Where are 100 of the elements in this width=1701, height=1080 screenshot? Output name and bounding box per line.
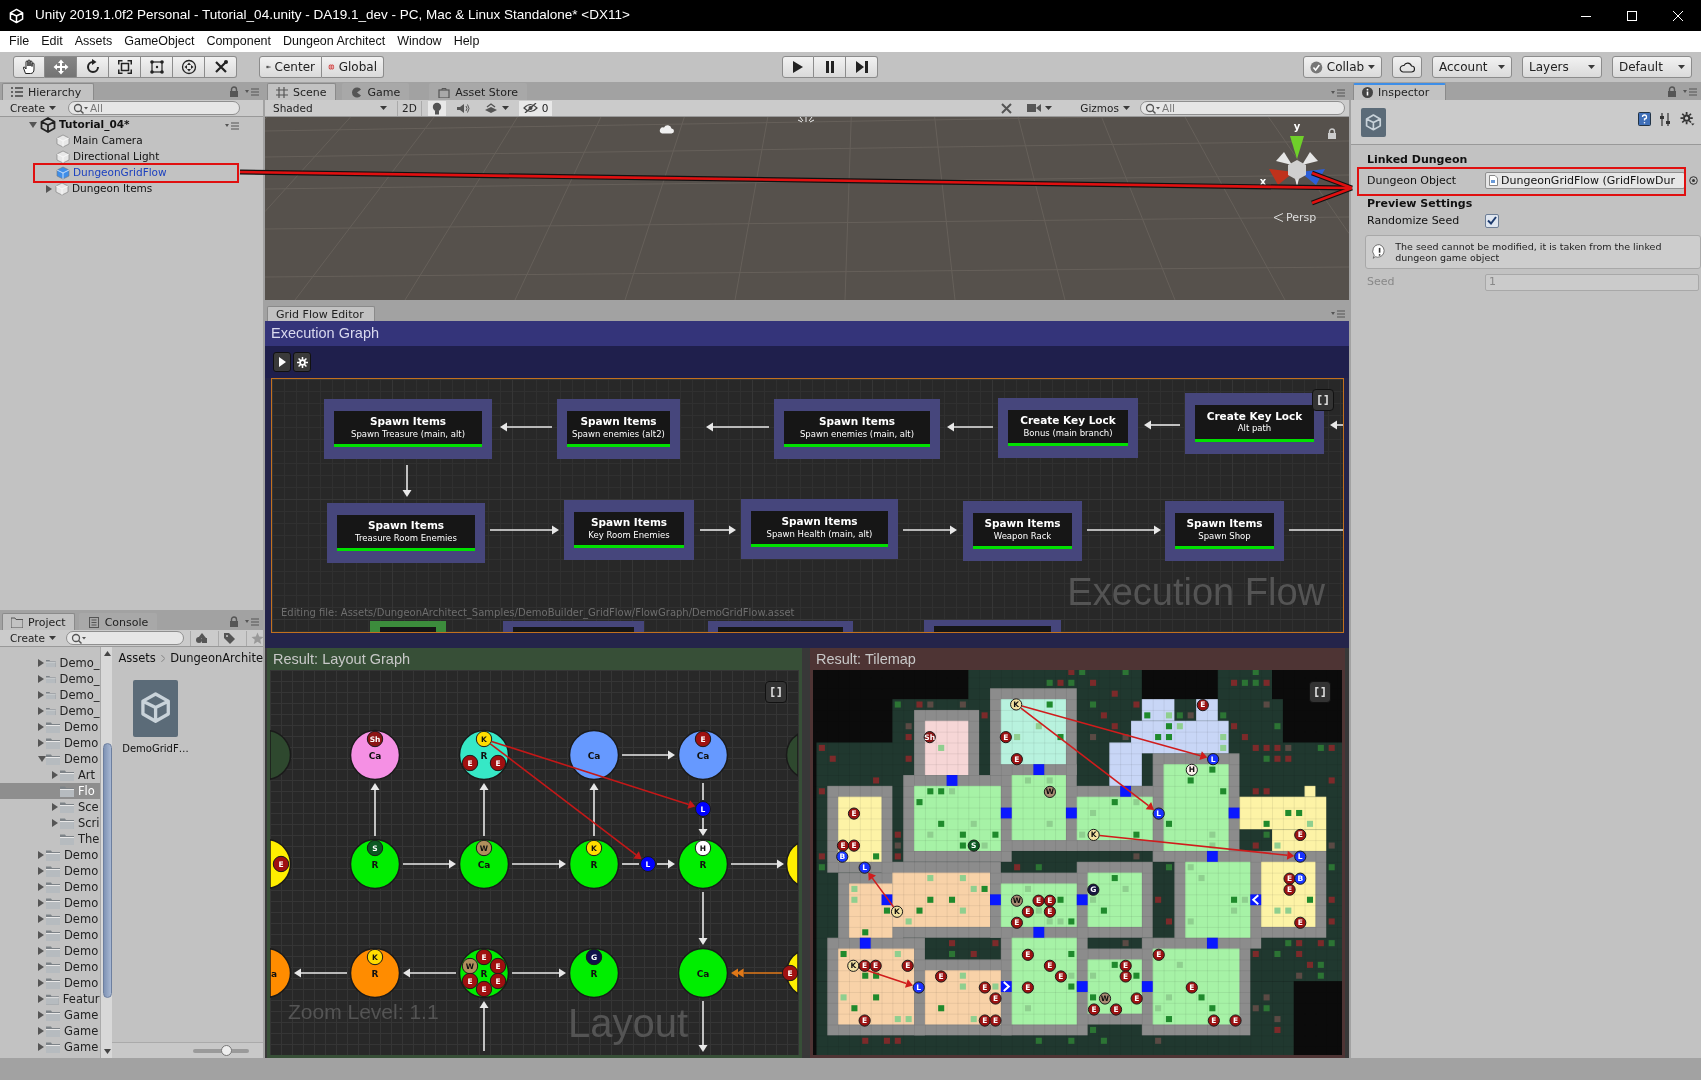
folder-name[interactable]: Art [78,767,96,783]
folder-name[interactable]: Demo_ [59,671,100,687]
panel-menu-icon[interactable] [1331,309,1345,318]
transform-tool-button[interactable] [173,56,205,78]
custom-tool-button[interactable] [205,56,237,78]
shading-dropdown[interactable]: Shaded [269,100,391,116]
scrollbar-thumb[interactable] [102,743,112,998]
panel-tab[interactable]: Project [2,613,75,630]
search-field[interactable]: All [1140,101,1345,115]
folder-name[interactable]: Demo_ [59,703,100,719]
panel-tab[interactable]: Hierarchy [2,83,94,100]
panel-tab[interactable]: Grid Flow Editor [267,306,375,321]
help-icon[interactable] [1638,112,1651,126]
flow-node[interactable] [503,621,644,632]
folder-name[interactable]: Demo [64,847,99,863]
folder-name[interactable]: Scri [77,815,100,831]
projection-label[interactable]: Persp [1286,211,1317,225]
folder-name[interactable]: Demo [64,735,99,751]
panel-menu-icon[interactable] [1683,87,1697,96]
graph-node[interactable]: Ca [568,729,620,781]
menu-item[interactable]: GameObject [118,33,201,50]
scale-tool-button[interactable] [109,56,141,78]
scrollbar[interactable] [99,647,113,1058]
folder-name[interactable]: Demo_ [59,655,100,671]
fit-view-button[interactable] [1309,681,1331,703]
graph-node[interactable] [785,842,798,886]
panel-menu-icon[interactable] [1331,88,1345,97]
folder-name[interactable]: Demo [64,959,99,975]
menu-item[interactable]: Help [447,33,486,50]
mode-2d-button[interactable]: 2D [397,100,422,116]
flow-node[interactable] [924,620,1061,632]
folder-name[interactable]: Featur [62,991,100,1007]
sliders-icon[interactable] [1659,112,1672,126]
flow-node[interactable]: Spawn Items Weapon Rack [963,501,1082,561]
flow-node[interactable]: Spawn Items Spawn enemies (main, alt) [774,399,940,459]
panel-menu-icon[interactable] [245,617,259,626]
object-name[interactable]: DungeonGridFlow [73,166,167,180]
checkbox[interactable] [1485,213,1499,228]
layout-dropdown[interactable]: Default [1612,56,1692,78]
move-tool-button[interactable] [45,56,77,78]
folder-name[interactable]: Demo_ [59,687,100,703]
object-name[interactable]: Directional Light [73,150,160,164]
object-name[interactable]: Main Camera [73,134,143,148]
folder-name[interactable]: Demo [64,879,99,895]
folder-name[interactable]: Demo [64,927,99,943]
flow-node[interactable] [708,621,853,632]
fit-view-button[interactable] [1312,389,1334,411]
folder-name[interactable]: Demo [64,751,99,767]
flow-node[interactable]: Spawn Items Spawn enemies (alt2) [557,399,680,459]
collab-dropdown[interactable]: Collab [1303,56,1382,78]
fit-view-button[interactable] [765,681,787,703]
space-button[interactable]: Global [322,56,384,78]
panel-menu-icon[interactable] [245,87,259,96]
panel-tab[interactable]: Scene [267,83,336,100]
slider-track[interactable] [193,1048,249,1053]
hidden-objects-button[interactable]: 0 [518,100,553,116]
flow-node[interactable] [370,621,446,632]
create-dropdown[interactable]: Create [6,100,60,116]
target-icon[interactable] [1689,176,1698,186]
object-name[interactable]: Dungeon Items [72,182,153,196]
folder-name[interactable]: Demo [64,975,99,991]
graph-node[interactable] [270,730,292,780]
play-button[interactable] [782,56,814,78]
gizmos-dropdown[interactable]: Gizmos [1076,100,1134,116]
folder-name[interactable]: Demo [64,911,99,927]
menu-item[interactable]: File [3,33,36,50]
menu-item[interactable]: Assets [68,33,119,50]
folder-name[interactable]: Game [64,1023,99,1039]
panel-menu-icon[interactable] [225,120,239,130]
hand-tool-button[interactable] [13,56,45,78]
folder-name[interactable]: Demo [64,719,99,735]
run-button[interactable] [273,352,291,372]
flow-node[interactable]: Spawn Items Treasure Room Enemies [327,503,485,563]
lighting-button[interactable] [427,100,446,116]
panel-tab[interactable]: Asset Store [429,83,527,100]
asset-label[interactable]: DemoGridF… [122,743,189,756]
breadcrumb-link[interactable]: DungeonArchite [170,650,263,666]
rect-tool-button[interactable] [141,56,173,78]
create-dropdown[interactable]: Create [6,630,60,646]
object-field[interactable]: DungeonGridFlow (GridFlowDur [1485,172,1685,190]
cloud-button[interactable] [1392,56,1422,78]
panel-tab[interactable]: Inspector [1353,83,1446,100]
folder-name[interactable]: Demo [64,895,99,911]
graph-node[interactable] [785,733,798,777]
panel-tab[interactable]: Game [341,83,410,100]
graph-node[interactable]: Ca [677,947,729,999]
flow-node[interactable]: Spawn Items Spawn Treasure (main, alt) [324,399,492,459]
axis-label[interactable]: x [1259,176,1267,187]
gear-icon[interactable] [1680,112,1695,126]
search-field[interactable]: All [67,101,240,115]
pause-button[interactable] [814,56,846,78]
graph-node[interactable]: a [270,948,292,998]
pivot-button[interactable]: Center [259,56,322,78]
layers-dropdown[interactable]: Layers [1522,56,1602,78]
panel-tab[interactable]: Console [78,613,158,630]
folder-name[interactable]: Demo [64,943,99,959]
folder-name[interactable]: Game [64,1039,99,1055]
menu-item[interactable]: Edit [35,33,69,50]
breadcrumb-link[interactable]: Assets [118,650,156,666]
folder-name[interactable]: The [78,831,100,847]
